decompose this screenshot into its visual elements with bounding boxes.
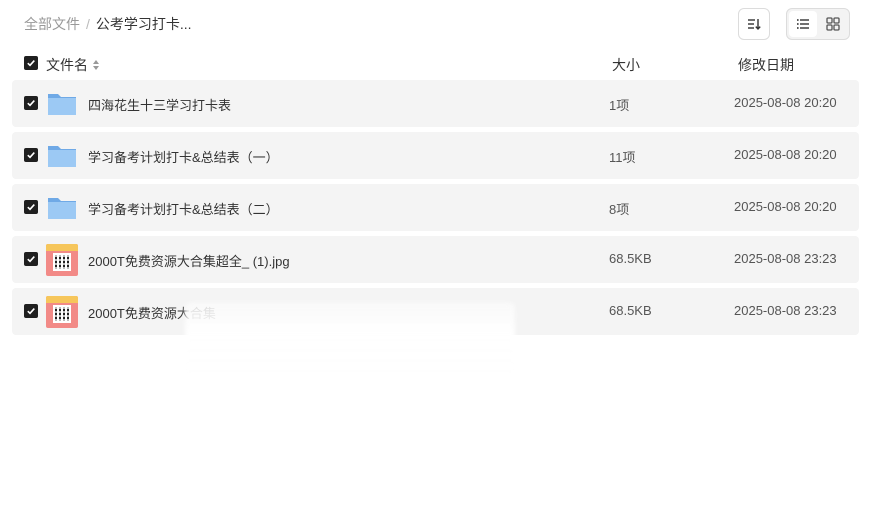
check-icon [27,204,35,211]
grid-view-icon [826,17,840,31]
file-row[interactable]: 学习备考计划打卡&总结表（二） 8项 2025-08-08 20:20 [12,184,859,231]
column-size-header[interactable]: 大小 [612,55,640,75]
breadcrumb-root[interactable]: 全部文件 [24,14,80,34]
sort-button[interactable] [738,8,770,40]
row-checkbox[interactable] [24,200,38,214]
check-icon [27,256,35,263]
file-date: 2025-08-08 20:20 [734,147,837,162]
file-size: 68.5KB [609,251,652,266]
sort-arrows-icon [93,60,99,70]
folder-icon [48,94,76,115]
file-list-header: 文件名 大小 修改日期 [24,54,850,74]
file-name[interactable]: 学习备考计划打卡&总结表（二） [88,199,279,218]
column-name-label: 文件名 [46,57,88,73]
breadcrumb-current: 公考学习打卡... [95,16,192,32]
file-name[interactable]: 四海花生十三学习打卡表 [88,95,231,114]
file-size: 11项 [609,150,636,165]
check-icon [27,152,35,159]
file-row[interactable]: 四海花生十三学习打卡表 1项 2025-08-08 20:20 [12,80,859,127]
file-name[interactable]: 2000T免费资源大合集超全_ (1).jpg [88,251,290,270]
check-icon [27,100,35,107]
column-date-header[interactable]: 修改日期 [738,55,794,75]
folder-icon [48,146,76,167]
file-row[interactable]: 学习备考计划打卡&总结表（一） 11项 2025-08-08 20:20 [12,132,859,179]
file-date: 2025-08-08 23:23 [734,251,837,266]
file-size: 8项 [609,202,630,217]
breadcrumb-separator: / [86,16,90,32]
view-toolbar [738,8,850,40]
row-checkbox[interactable] [24,252,38,266]
view-toggle [786,8,850,40]
file-size: 1项 [609,98,630,113]
select-all-checkbox[interactable] [24,56,38,70]
file-date: 2025-08-08 20:20 [734,199,837,214]
list-view-icon [797,19,809,29]
file-list: 四海花生十三学习打卡表 1项 2025-08-08 20:20 学习备考计划打卡… [12,80,859,340]
row-checkbox[interactable] [24,304,38,318]
blurred-overlay [185,302,515,380]
file-size: 68.5KB [609,303,652,318]
row-checkbox[interactable] [24,148,38,162]
check-icon [27,308,35,315]
check-icon [27,60,35,67]
file-name[interactable]: 学习备考计划打卡&总结表（一） [88,147,279,166]
row-checkbox[interactable] [24,96,38,110]
grid-view-button[interactable] [819,11,847,37]
image-thumbnail-icon [46,244,78,276]
file-date: 2025-08-08 23:23 [734,303,837,318]
folder-icon [48,198,76,219]
file-date: 2025-08-08 20:20 [734,95,837,110]
file-row[interactable]: 2000T免费资源大合集超全_ (1).jpg 68.5KB 2025-08-0… [12,236,859,283]
breadcrumb: 全部文件 / 公考学习打卡... [24,14,192,34]
image-thumbnail-icon [46,296,78,328]
column-name-header[interactable]: 文件名 [46,55,100,75]
list-view-button[interactable] [789,11,817,37]
sort-icon [748,19,761,31]
